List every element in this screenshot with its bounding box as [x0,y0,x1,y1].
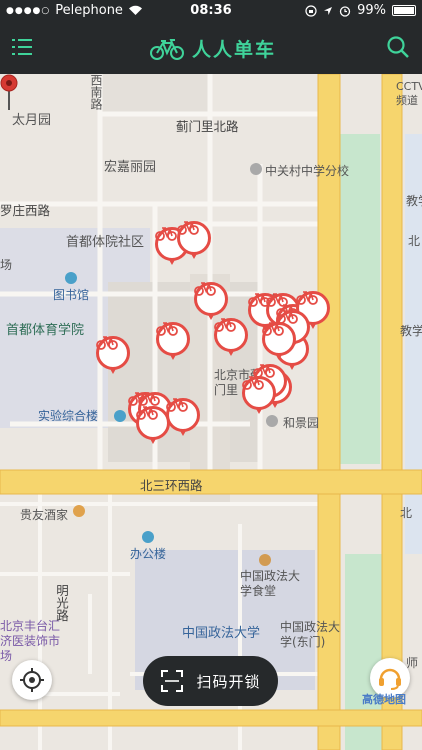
search-icon[interactable] [386,35,410,59]
map-label: 教学楼 [406,194,422,208]
bike-marker[interactable] [242,376,276,416]
map-label: 北三环西路 [140,478,203,493]
bike-marker[interactable] [136,406,170,446]
map-label: 北 [400,506,413,520]
app-title: 人人单车 [192,39,277,61]
bike-icon [136,406,170,440]
map-label: 西南路 [89,74,103,110]
bike-icon [166,398,200,432]
bike-icon [262,322,296,356]
app-header: 人人单车 [0,22,422,74]
rotation-lock-icon [305,4,317,17]
map-label: 中关村中学分校 [265,164,350,178]
bike-icon [214,318,248,352]
alarm-icon [339,5,351,17]
bike-icon [194,282,228,316]
map-label: 中国政法大学食堂 [240,569,301,598]
map-label: 宏嘉丽园 [104,160,157,175]
bike-marker[interactable] [177,221,211,261]
locate-button[interactable] [12,660,52,700]
locate-icon [20,668,44,692]
bike-marker[interactable] [262,322,296,362]
map-label: CCTV频道 [396,80,422,107]
battery-icon [392,5,416,16]
bike-marker[interactable] [194,282,228,322]
scan-icon [161,670,184,692]
menu-icon[interactable] [12,36,34,58]
map-label: 首都体育学院 [6,323,85,338]
status-bar: ●●●●○ Pelephone 08:36 99% [0,0,422,22]
location-icon [324,6,333,15]
bike-marker[interactable] [166,398,200,438]
map-label: 办公楼 [130,547,167,561]
map-label: 场 [0,258,13,272]
map-label: 实验综合楼 [38,409,99,423]
bike-icon [156,322,190,356]
map-label: 罗庄西路 [0,203,51,218]
bike-icon [177,221,211,255]
battery-percent: 99% [357,3,386,18]
map-label: 图书馆 [53,288,90,302]
map-label: 贵友酒家 [20,508,69,522]
map-view[interactable]: 西南路 太月园 蓟门里北路 宏嘉丽园 中关村中学分校 罗庄西路 首都体院社区 图… [0,74,422,750]
map-brand: 高德地图 [362,693,406,706]
map-label: 蓟门里北路 [176,119,239,134]
bike-icon [96,336,130,370]
current-location-pin [0,74,18,110]
map-label: 北京丰台汇济医装饰市场 [0,619,61,663]
app-title-group: 人人单车 [150,35,276,62]
scan-unlock-button[interactable]: 扫码开锁 [143,656,278,706]
map-label: 明光路 [54,584,69,622]
map-label: 教学 [400,324,422,338]
map-label: 中国政法大学(东门) [280,620,341,649]
bike-marker[interactable] [214,318,248,358]
map-label: 中国政法大学 [182,626,261,641]
bike-icon [242,376,276,410]
bike-marker[interactable] [156,322,190,362]
map-label: 和景园 [283,416,320,430]
map-label: 首都体院社区 [66,235,145,250]
customer-service-icon [379,668,401,690]
map-label: 北 [408,234,421,248]
bike-marker[interactable] [96,336,130,376]
map-label: 太月园 [12,113,52,128]
scan-unlock-label: 扫码开锁 [196,672,261,691]
bike-logo-icon [150,38,184,60]
